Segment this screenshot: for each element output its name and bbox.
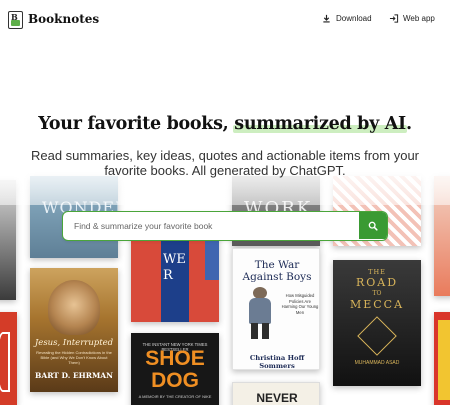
search-icon <box>368 221 378 231</box>
war-boys-author: Christina Hoff Sommers <box>249 354 305 370</box>
mecca-author: MUHAMMAD ASAD <box>354 360 400 366</box>
login-arrow-icon <box>389 14 399 23</box>
webapp-link[interactable]: Web app <box>389 14 435 23</box>
war-boys-title: The War Against Boys <box>242 259 312 283</box>
mecca-the: THE <box>368 268 386 276</box>
jesus-author: BART D. EHRMAN <box>35 371 113 380</box>
mecca-mecca: MECCA <box>349 298 405 311</box>
hero-title-end: . <box>405 114 412 134</box>
search-bar <box>62 211 388 241</box>
hero-title-part1: Your favorite books, <box>38 114 235 134</box>
jesus-subtitle: Revealing the Hidden Contradictions in t… <box>36 350 112 365</box>
book-cover-never[interactable]: NEVER <box>232 382 320 405</box>
mecca-emblem-icon <box>357 316 397 356</box>
book-cover-road-to-mecca[interactable]: THE ROAD TO MECCA MUHAMMAD ASAD <box>333 260 421 386</box>
book-cover-jesus-interrupted[interactable]: Jesus, Interrupted Revealing the Hidden … <box>30 268 118 392</box>
download-link[interactable]: Download <box>322 14 372 23</box>
mecca-road: ROAD <box>355 276 399 289</box>
logo-icon[interactable]: B <box>8 11 23 29</box>
brand-name[interactable]: Booknotes <box>28 12 99 26</box>
download-icon <box>323 14 330 23</box>
book-cover-left-bottom[interactable] <box>0 312 17 405</box>
shoe-dog-tagline: A MEMOIR BY THE CREATOR OF NIKE <box>138 394 212 399</box>
never-title: NEVER <box>256 391 298 405</box>
header: B Booknotes Download Web app <box>0 0 450 40</box>
search-button[interactable] <box>359 212 387 239</box>
search-input[interactable] <box>63 212 359 239</box>
webapp-label: Web app <box>403 14 435 23</box>
hero-subtitle: Read summaries, key ideas, quotes and ac… <box>30 148 420 178</box>
book-cover-shoe-dog[interactable]: THE INSTANT NEW YORK TIMES BESTSELLER SH… <box>131 333 219 405</box>
jesus-title: Jesus, Interrupted <box>34 338 114 348</box>
hero-title: Your favorite books, summarized by AI. <box>0 114 450 134</box>
book-cover-right-edge-bottom[interactable] <box>434 312 450 405</box>
mecca-to: TO <box>372 290 382 297</box>
download-label: Download <box>336 14 372 23</box>
hero-title-highlight: summarized by AI <box>233 114 407 134</box>
war-boys-subtitle: How Misguided Policies Are Harming Our Y… <box>281 293 319 315</box>
shoe-dog-title: SHOE DOG <box>145 347 205 392</box>
wer-title: WER <box>163 252 186 283</box>
book-cover-war-against-boys[interactable]: The War Against Boys How Misguided Polic… <box>232 248 320 370</box>
